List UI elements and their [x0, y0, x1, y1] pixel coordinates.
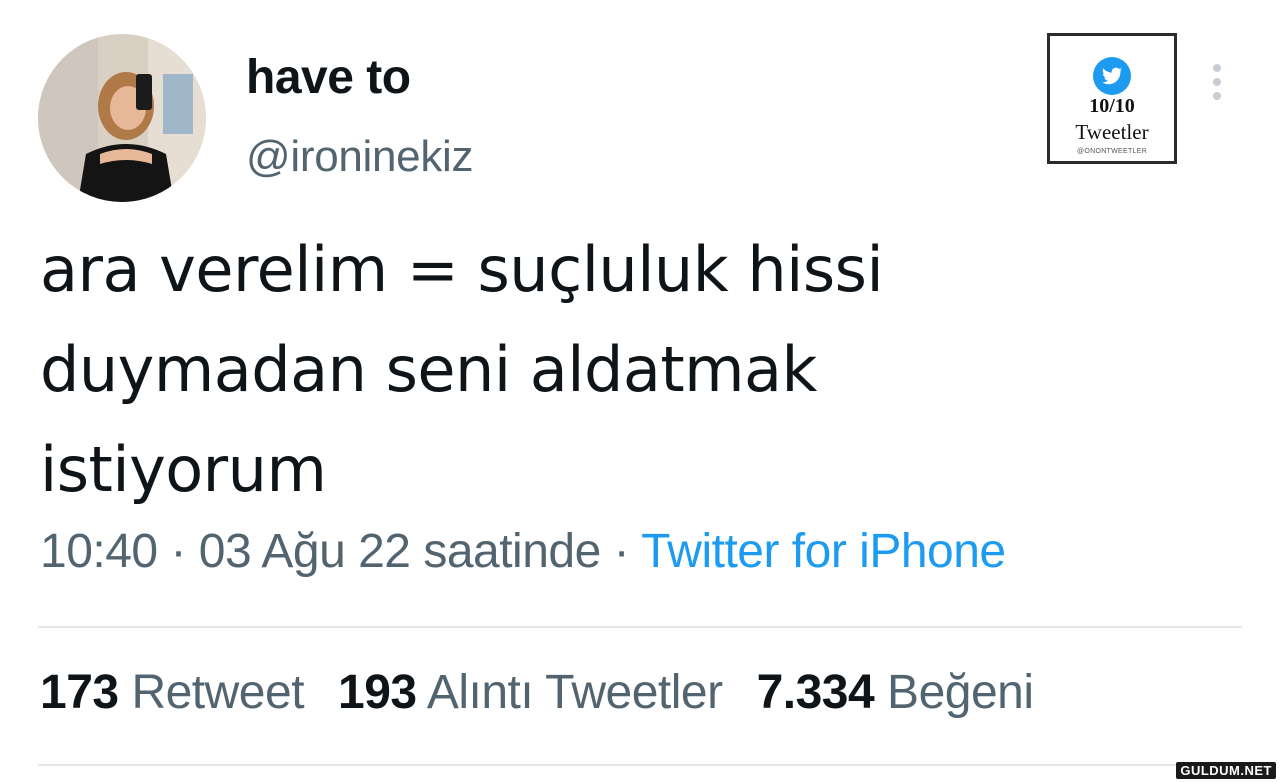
tweet-line: istiyorum: [40, 433, 327, 506]
tweet-line: duymadan seni aldatmak: [40, 333, 817, 406]
ten-of-ten-stamp: 10/10 Tweetler @ONONTWEETLER: [1047, 33, 1177, 164]
stamp-label: Tweetler: [1075, 120, 1149, 144]
stamp-credit: @ONONTWEETLER: [1076, 148, 1148, 155]
meta-separator: ·: [157, 525, 199, 578]
tweet-text: ara verelim = suçluluk hissi duymadan se…: [40, 220, 1040, 520]
tweet-line: ara verelim = suçluluk hissi: [40, 233, 884, 306]
tweet-date[interactable]: 03 Ağu 22 saatinde: [199, 525, 602, 578]
tweet-stats: 173 Retweet 193 Alıntı Tweetler 7.334 Beğe…: [40, 665, 1068, 720]
tweet-time[interactable]: 10:40: [40, 525, 158, 578]
retweet-count[interactable]: 173 Retweet: [40, 666, 305, 719]
tweet-source-link[interactable]: Twitter for iPhone: [641, 525, 1006, 578]
profile-photo-icon: [38, 34, 206, 202]
more-vertical-icon[interactable]: [1209, 64, 1225, 104]
avatar[interactable]: [38, 34, 206, 202]
quote-count[interactable]: 193 Alıntı Tweetler: [338, 666, 723, 719]
meta-separator: ·: [600, 525, 642, 578]
divider: [38, 764, 1242, 766]
twitter-bird-icon: [1093, 57, 1131, 95]
tweet-card: have to @ironinekiz 10/10 Tweetler @ONON…: [0, 0, 1280, 783]
watermark: GULDUM.NET: [1176, 762, 1276, 779]
like-count[interactable]: 7.334 Beğeni: [757, 666, 1034, 719]
display-name[interactable]: have to: [246, 50, 411, 105]
stamp-count: 10/10: [1089, 95, 1135, 117]
user-handle[interactable]: @ironinekiz: [246, 132, 474, 182]
divider: [38, 626, 1242, 628]
tweet-meta: 10:40 · 03 Ağu 22 saatinde · Twitter for…: [40, 524, 1006, 579]
